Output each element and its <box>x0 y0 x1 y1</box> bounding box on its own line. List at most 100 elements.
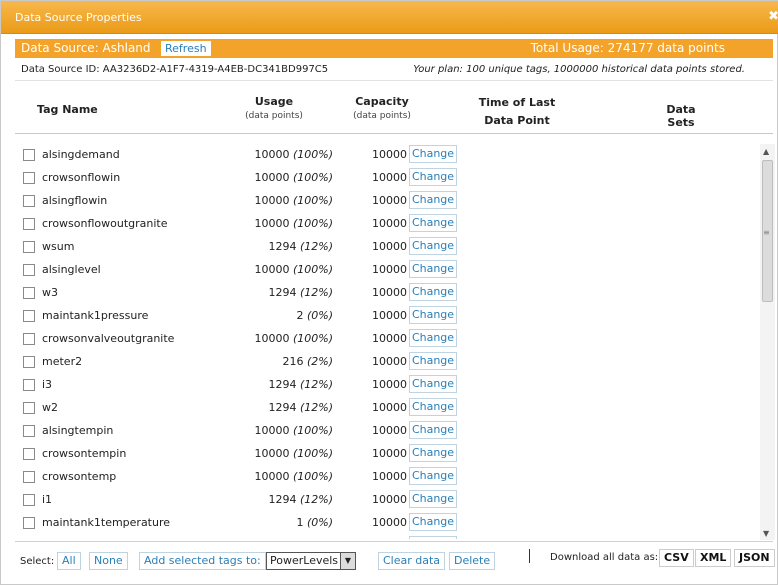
change-capacity-button[interactable]: Change <box>409 375 457 393</box>
usage-value: 1294 (12%) <box>185 493 333 506</box>
download-xml-button[interactable]: XML <box>695 549 732 567</box>
dataset-select[interactable]: PowerLevels ▼ <box>266 552 356 570</box>
tag-name: crowsontempin <box>42 447 127 460</box>
usage-percent: (12%) <box>299 240 333 253</box>
table-row: alsinglevel 10000 (100%) 10000 Change <box>15 258 755 281</box>
usage-number: 10000 <box>254 194 290 207</box>
row-checkbox[interactable] <box>23 172 35 184</box>
capacity-value: 10000 <box>372 332 407 345</box>
change-capacity-button[interactable]: Change <box>409 352 457 370</box>
select-all-button[interactable]: All <box>57 552 81 570</box>
table-row: alsingdemand 10000 (100%) 10000 Change <box>15 143 755 166</box>
row-checkbox[interactable] <box>23 448 35 460</box>
time-header-line1: Time of Last <box>478 96 556 109</box>
change-capacity-button[interactable]: Change <box>409 145 457 163</box>
change-capacity-button[interactable]: Change <box>409 490 457 508</box>
table-row: w3 1294 (12%) 10000 Change <box>15 281 755 304</box>
row-checkbox[interactable] <box>23 264 35 276</box>
change-capacity-button[interactable]: Change <box>409 168 457 186</box>
usage-percent: (0%) <box>306 516 333 529</box>
data-source-properties-dialog: Data Source Properties ✖ Data Source: As… <box>0 0 778 585</box>
tag-name: crowsonflowoutgranite <box>42 217 168 230</box>
scroll-up-icon[interactable]: ▲ <box>763 147 769 156</box>
tag-name: meter2 <box>42 355 83 368</box>
select-none-button[interactable]: None <box>89 552 128 570</box>
usage-number: 1294 <box>268 493 297 506</box>
usage-percent: (100%) <box>292 263 333 276</box>
capacity-value: 10000 <box>372 171 407 184</box>
usage-number: 1294 <box>268 286 297 299</box>
change-capacity-button[interactable]: Change <box>409 513 457 531</box>
usage-percent: (12%) <box>299 378 333 391</box>
row-checkbox[interactable] <box>23 517 35 529</box>
change-capacity-button[interactable]: Change <box>409 237 457 255</box>
usage-value: 10000 (100%) <box>185 194 333 207</box>
row-checkbox[interactable] <box>23 425 35 437</box>
row-checkbox[interactable] <box>23 356 35 368</box>
table-row: crowsonvalveoutgranite 10000 (100%) 10000 C… <box>15 327 755 350</box>
change-capacity-button[interactable]: Change <box>409 306 457 324</box>
row-checkbox[interactable] <box>23 241 35 253</box>
tag-name: w3 <box>42 286 58 299</box>
capacity-value: 10000 <box>372 217 407 230</box>
usage-percent: (2%) <box>306 355 333 368</box>
clear-data-button[interactable]: Clear data <box>378 552 446 570</box>
usage-percent: (100%) <box>292 171 333 184</box>
usage-percent: (100%) <box>292 447 333 460</box>
download-csv-button[interactable]: CSV <box>659 549 694 567</box>
change-capacity-button[interactable]: Change <box>409 421 457 439</box>
usage-percent: (100%) <box>292 332 333 345</box>
capacity-value: 10000 <box>372 401 407 414</box>
capacity-header-sub: (data points) <box>353 111 411 121</box>
delete-button[interactable]: Delete <box>449 552 496 570</box>
tag-name: i3 <box>42 378 53 391</box>
usage-percent: (100%) <box>292 217 333 230</box>
usage-value: 2 (0%) <box>185 309 333 322</box>
usage-value: 10000 (100%) <box>185 263 333 276</box>
select-label: Select: <box>20 556 55 567</box>
table-row: wsum 1294 (12%) 10000 Change <box>15 235 755 258</box>
row-checkbox[interactable] <box>23 195 35 207</box>
row-checkbox[interactable] <box>23 402 35 414</box>
tag-name: crowsontemp <box>42 470 117 483</box>
time-header-line2: Data Point <box>484 114 550 127</box>
column-header-tag-name: Tag Name <box>37 103 98 116</box>
usage-value: 1294 (12%) <box>185 286 333 299</box>
row-checkbox[interactable] <box>23 287 35 299</box>
scroll-down-icon[interactable]: ▼ <box>763 529 769 538</box>
usage-percent: (100%) <box>292 148 333 161</box>
change-capacity-button[interactable]: Change <box>409 191 457 209</box>
change-capacity-button[interactable]: Change <box>409 214 457 232</box>
chevron-down-icon[interactable]: ▼ <box>340 553 355 569</box>
row-checkbox[interactable] <box>23 471 35 483</box>
change-capacity-button[interactable]: Change <box>409 260 457 278</box>
data-source-bar: Data Source: Ashland Refresh Total Usage… <box>15 39 773 58</box>
usage-number: 10000 <box>254 263 290 276</box>
refresh-button[interactable]: Refresh <box>161 41 211 56</box>
capacity-value: 10000 <box>372 470 407 483</box>
tag-name: wsum <box>42 240 75 253</box>
table-row: i3 1294 (12%) 10000 Change <box>15 373 755 396</box>
vertical-scrollbar[interactable]: ▲ ≡ ▼ <box>760 144 775 540</box>
column-header-capacity: Capacity (data points) <box>347 95 417 121</box>
capacity-header-label: Capacity <box>355 95 409 108</box>
row-checkbox[interactable] <box>23 333 35 345</box>
add-selected-tags-button[interactable]: Add selected tags to: <box>139 552 266 570</box>
row-checkbox[interactable] <box>23 379 35 391</box>
change-capacity-button[interactable]: Change <box>409 536 457 539</box>
divider <box>529 549 530 563</box>
change-capacity-button[interactable]: Change <box>409 467 457 485</box>
change-capacity-button[interactable]: Change <box>409 398 457 416</box>
usage-number: 10000 <box>254 148 290 161</box>
row-checkbox[interactable] <box>23 494 35 506</box>
usage-value: 10000 (100%) <box>185 332 333 345</box>
change-capacity-button[interactable]: Change <box>409 283 457 301</box>
row-checkbox[interactable] <box>23 149 35 161</box>
row-checkbox[interactable] <box>23 310 35 322</box>
row-checkbox[interactable] <box>23 218 35 230</box>
close-icon[interactable]: ✖ <box>768 9 778 24</box>
change-capacity-button[interactable]: Change <box>409 329 457 347</box>
change-capacity-button[interactable]: Change <box>409 444 457 462</box>
usage-value: 1 (0%) <box>185 516 333 529</box>
download-json-button[interactable]: JSON <box>734 549 775 567</box>
